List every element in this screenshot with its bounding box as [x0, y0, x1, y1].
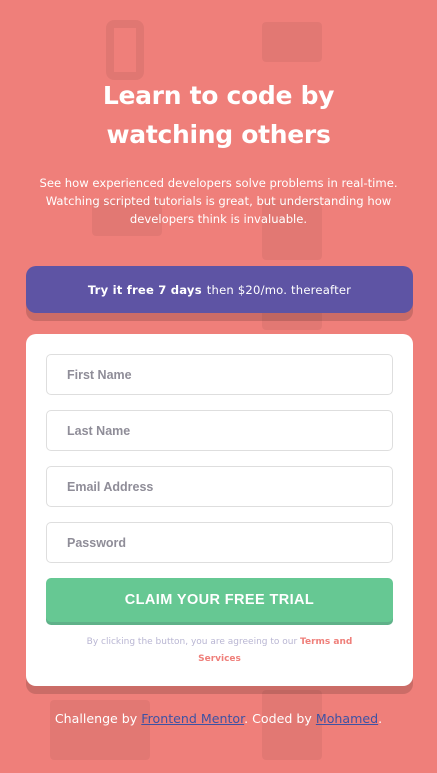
- email-input[interactable]: [46, 466, 393, 507]
- last-name-input[interactable]: [46, 410, 393, 451]
- frontend-mentor-link[interactable]: Frontend Mentor: [141, 711, 244, 726]
- promo-text: then $20/mo. thereafter: [206, 282, 352, 297]
- bg-shape: [262, 22, 322, 62]
- bg-shape: [50, 700, 150, 760]
- hero-section: Learn to code by watching others See how…: [0, 76, 437, 228]
- promo-bold-text: Try it free 7 days: [87, 282, 202, 297]
- footer-middle: . Coded by: [244, 711, 312, 726]
- terms-prefix: By clicking the button, you are agreeing…: [86, 637, 298, 647]
- hero-description: See how experienced developers solve pro…: [39, 176, 398, 226]
- page-title: Learn to code by watching others: [102, 81, 335, 149]
- author-link[interactable]: Mohamed: [316, 711, 378, 726]
- terms-note: By clicking the button, you are agreeing…: [66, 634, 373, 668]
- bg-shape: [106, 20, 144, 80]
- password-input[interactable]: [46, 522, 393, 563]
- first-name-input[interactable]: [46, 354, 393, 395]
- signup-form: CLAIM YOUR FREE TRIAL By clicking the bu…: [26, 334, 413, 686]
- trial-promo-banner: Try it free 7 days then $20/mo. thereaft…: [26, 266, 413, 313]
- footer-prefix: Challenge by: [54, 711, 138, 726]
- footer-suffix: .: [378, 711, 383, 726]
- attribution-footer: Challenge by Frontend Mentor. Coded by M…: [0, 711, 437, 726]
- claim-trial-button[interactable]: CLAIM YOUR FREE TRIAL: [46, 578, 393, 622]
